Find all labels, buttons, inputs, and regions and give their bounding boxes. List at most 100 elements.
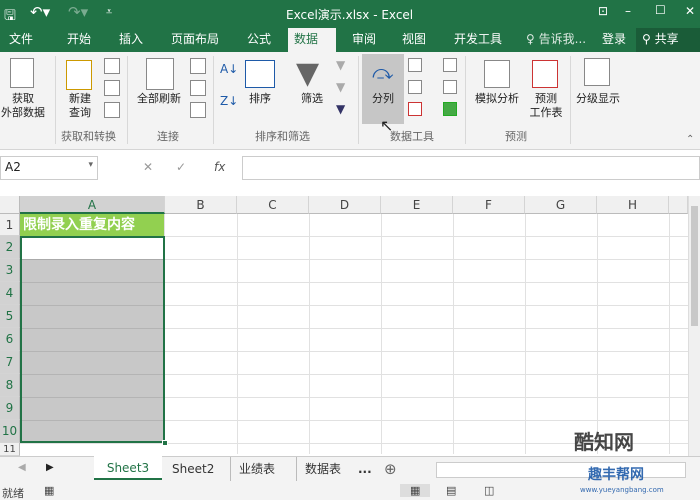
close-button[interactable]: ✕ xyxy=(685,4,695,18)
properties-icon[interactable] xyxy=(190,80,206,96)
group-connections: 连接 xyxy=(157,130,179,143)
row-header-6[interactable]: 6 xyxy=(0,328,20,351)
login-link[interactable]: 登录 xyxy=(596,28,632,52)
ribbon: 获取 外部数据 新建 查询 获取和转换 全部刷新 连接 A↓ Z↓ 排序 ▼ 筛… xyxy=(0,52,700,150)
undo-icon[interactable]: ↶▾ xyxy=(30,3,50,21)
cell-a1[interactable]: 限制录入重复内容 xyxy=(20,214,165,236)
tab-formulas[interactable]: 公式 xyxy=(241,28,277,52)
row-header-10[interactable]: 10 xyxy=(0,420,20,443)
row-header-1[interactable]: 1 xyxy=(0,214,20,236)
next-sheet-icon[interactable]: ▶ xyxy=(46,462,54,473)
more-sheets-button[interactable]: ... xyxy=(350,457,380,481)
forecast-sheet-button[interactable]: 预测 工作表 xyxy=(526,92,566,120)
consolidate-icon[interactable] xyxy=(443,58,457,72)
row-header-3[interactable]: 3 xyxy=(0,259,20,282)
lightbulb-icon: ♀ xyxy=(526,32,535,46)
column-header-h[interactable]: H xyxy=(597,196,669,214)
get-external-data-button[interactable]: 获取 外部数据 xyxy=(0,92,46,120)
refresh-all-button[interactable]: 全部刷新 xyxy=(132,92,186,106)
ribbon-display-icon[interactable]: ⊡ xyxy=(598,4,608,18)
redo-icon[interactable]: ↷▾ xyxy=(68,3,88,21)
collapse-ribbon-icon[interactable]: ⌃ xyxy=(686,134,694,145)
tab-file[interactable]: 文件 xyxy=(3,28,39,52)
fill-handle[interactable] xyxy=(162,440,168,446)
tab-page-layout[interactable]: 页面布局 xyxy=(165,28,225,52)
tab-review[interactable]: 审阅 xyxy=(346,28,382,52)
outline-button[interactable]: 分级显示 xyxy=(572,92,624,106)
selected-range-a2-a10[interactable] xyxy=(20,236,168,446)
text-to-columns-label: 分列 xyxy=(372,92,394,105)
tab-view[interactable]: 视图 xyxy=(396,28,432,52)
active-cell-a2[interactable] xyxy=(22,238,163,259)
select-all-button[interactable] xyxy=(0,196,20,214)
minimize-button[interactable]: – xyxy=(625,4,631,18)
customize-qat-icon[interactable]: ⩡ xyxy=(106,5,112,19)
what-if-analysis-button[interactable]: 模拟分析 xyxy=(470,92,524,106)
row-header-11[interactable]: 11 xyxy=(0,443,20,456)
column-header-f[interactable]: F xyxy=(453,196,525,214)
row-header-5[interactable]: 5 xyxy=(0,305,20,328)
sheet-tab-sheet2[interactable]: Sheet2 xyxy=(164,457,222,481)
macro-record-icon[interactable]: ▦ xyxy=(44,484,54,497)
row-header-8[interactable]: 8 xyxy=(0,374,20,397)
remove-duplicates-icon[interactable] xyxy=(408,80,422,94)
add-sheet-icon[interactable]: ⊕ xyxy=(384,460,397,478)
column-header-e[interactable]: E xyxy=(381,196,453,214)
save-icon[interactable]: 🖫 xyxy=(4,5,16,29)
vertical-scroll-thumb[interactable] xyxy=(691,206,698,326)
column-header-g[interactable]: G xyxy=(525,196,597,214)
tell-me-search[interactable]: ♀ 告诉我... xyxy=(520,28,592,52)
cancel-icon[interactable]: ✕ xyxy=(143,160,153,174)
column-header-partial xyxy=(669,196,688,214)
data-validation-icon[interactable] xyxy=(408,102,422,116)
column-header-b[interactable]: B xyxy=(165,196,237,214)
text-to-columns-button[interactable]: ⤼ 分列 xyxy=(362,54,404,124)
sheet-tab-performance[interactable]: 业绩表 xyxy=(230,457,283,481)
tab-developer[interactable]: 开发工具 xyxy=(448,28,508,52)
row-header-4[interactable]: 4 xyxy=(0,282,20,305)
reapply-icon[interactable]: ▼ xyxy=(336,80,345,94)
recent-sources-icon[interactable] xyxy=(104,102,120,118)
share-button[interactable]: ⚲ 共享 xyxy=(636,28,700,52)
row-header-7[interactable]: 7 xyxy=(0,351,20,374)
row-header-9[interactable]: 9 xyxy=(0,397,20,420)
tab-data[interactable]: 数据 xyxy=(288,28,336,52)
filter-button[interactable]: 筛选 xyxy=(292,92,332,106)
from-table-icon[interactable] xyxy=(104,80,120,96)
formula-input[interactable] xyxy=(242,156,700,180)
prev-sheet-icon[interactable]: ◀ xyxy=(18,462,26,473)
new-query-button[interactable]: 新建 查询 xyxy=(62,92,98,120)
row-header-2[interactable]: 2 xyxy=(0,236,20,259)
vertical-scrollbar[interactable] xyxy=(688,196,700,456)
relationships-icon[interactable] xyxy=(443,80,457,94)
column-header-c[interactable]: C xyxy=(237,196,309,214)
tab-home[interactable]: 开始 xyxy=(61,28,97,52)
sort-asc-icon[interactable]: A↓ xyxy=(220,62,238,76)
sheet-tab-data[interactable]: 数据表 xyxy=(296,457,349,481)
sort-button[interactable]: 排序 xyxy=(242,92,278,106)
sort-desc-icon[interactable]: Z↓ xyxy=(220,94,238,108)
get-external-data-icon xyxy=(10,58,34,88)
text-to-columns-icon: ⤼ xyxy=(372,60,394,84)
normal-view-icon[interactable]: ▦ xyxy=(400,484,431,497)
advanced-filter-icon[interactable]: ▼ xyxy=(336,102,345,116)
title-bar: 🖫 ↶▾ ↷▾ ⩡ Excel演示.xlsx - Excel ⊡ – ☐ ✕ xyxy=(0,0,700,28)
page-layout-view-icon[interactable]: ▤ xyxy=(446,484,456,497)
column-header-a[interactable]: A xyxy=(20,196,165,214)
name-box[interactable]: A2 ▾ xyxy=(0,156,98,180)
connections-icon[interactable] xyxy=(190,58,206,74)
maximize-button[interactable]: ☐ xyxy=(655,3,666,17)
edit-links-icon[interactable] xyxy=(190,102,206,118)
group-sort-filter: 排序和筛选 xyxy=(255,130,310,143)
manage-data-model-icon[interactable] xyxy=(443,102,457,116)
tab-insert[interactable]: 插入 xyxy=(113,28,149,52)
page-break-view-icon[interactable]: ◫ xyxy=(484,484,494,497)
enter-icon[interactable]: ✓ xyxy=(176,160,186,174)
show-queries-icon[interactable] xyxy=(104,58,120,74)
flash-fill-icon[interactable] xyxy=(408,58,422,72)
sheet-tab-sheet3[interactable]: Sheet3 xyxy=(94,456,162,480)
what-if-icon xyxy=(484,60,510,88)
clear-filter-icon[interactable]: ▼ xyxy=(336,58,345,72)
column-header-d[interactable]: D xyxy=(309,196,381,214)
insert-function-icon[interactable]: fx xyxy=(214,160,225,174)
